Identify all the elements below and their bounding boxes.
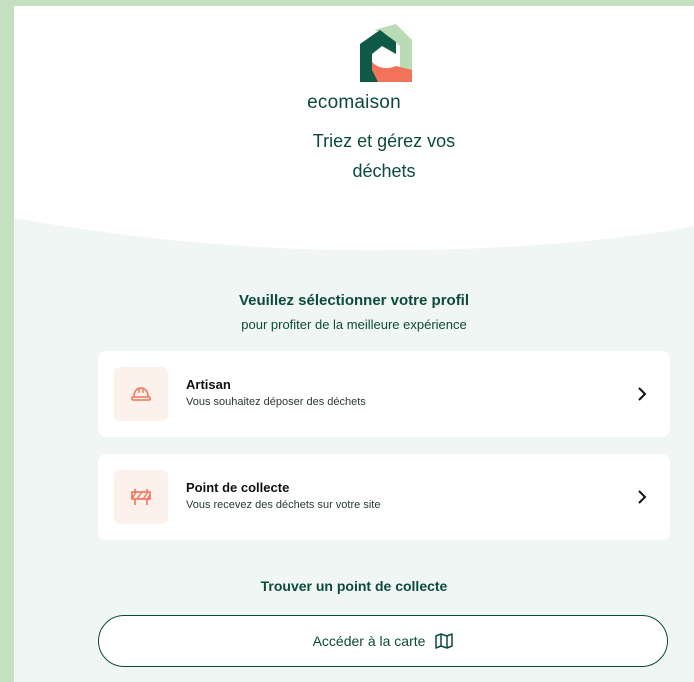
profile-card-description: Vous recevez des déchets sur votre site	[186, 499, 381, 511]
profile-card-title: Point de collecte	[186, 480, 290, 495]
access-map-button[interactable]: Accéder à la carte	[98, 615, 668, 667]
ecomaison-logo	[360, 24, 412, 82]
collection-point-icon-box	[114, 470, 168, 524]
artisan-icon-box	[114, 367, 168, 421]
hero-header: ecomaison Triez et gérez vos déchets	[14, 6, 694, 266]
profile-subtitle: pour profiter de la meilleure expérience	[241, 317, 467, 332]
tagline: Triez et gérez vos déchets	[312, 131, 456, 181]
barrier-icon	[131, 489, 151, 505]
hard-hat-icon	[131, 387, 151, 401]
map-icon	[435, 633, 454, 649]
find-collection-point-title: Trouver un point de collecte	[260, 578, 448, 594]
profile-title: Veuillez sélectionner votre profil	[238, 292, 470, 309]
chevron-right-icon	[638, 387, 647, 401]
chevron-right-icon	[638, 490, 647, 504]
profile-card-artisan[interactable]: Artisan Vous souhaitez déposer des déche…	[98, 351, 670, 437]
profile-card-description: Vous souhaitez déposer des déchets	[186, 396, 366, 408]
profile-card-collection-point[interactable]: Point de collecte Vous recevez des déche…	[98, 454, 670, 540]
profile-card-title: Artisan	[186, 377, 231, 392]
main-panel: ecomaison Triez et gérez vos déchets Veu…	[14, 6, 694, 682]
access-map-label: Accéder à la carte	[312, 633, 426, 649]
brand-name: ecomaison	[307, 92, 401, 113]
